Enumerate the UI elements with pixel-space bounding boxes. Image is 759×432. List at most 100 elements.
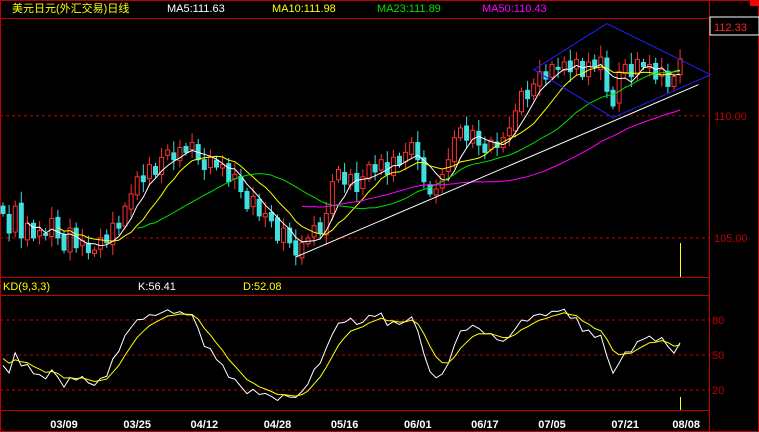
candle-down	[653, 62, 659, 80]
candle-down	[244, 190, 250, 210]
candle-down	[482, 143, 488, 153]
kd-axis-label: 20	[712, 385, 724, 397]
candle-down	[238, 175, 244, 192]
corner-marker	[750, 0, 759, 6]
candle-up	[165, 149, 171, 156]
candle-down	[592, 59, 598, 68]
date-tick-label: 07/05	[538, 419, 566, 431]
candle-down	[18, 202, 24, 239]
candle-up	[573, 59, 579, 70]
candle-down	[354, 172, 360, 192]
kd-d-value: D:52.08	[243, 281, 282, 293]
candle-up	[49, 217, 55, 237]
ma5-label: MA5:111.63	[167, 3, 225, 15]
candle-up	[451, 137, 457, 163]
candle-down	[604, 57, 610, 92]
candle-up	[531, 83, 537, 97]
candle-up	[128, 193, 134, 210]
chart-title: 美元日元(外汇交易)日线	[12, 1, 129, 15]
candle-up	[336, 168, 341, 181]
candle-up	[24, 222, 30, 241]
candle-down	[317, 222, 323, 234]
candle-up	[433, 188, 439, 196]
candle-up	[12, 205, 18, 233]
date-tick-label: 03/09	[50, 419, 78, 431]
candle-down	[116, 222, 122, 229]
candle-up	[634, 59, 640, 76]
candle-down	[476, 130, 482, 146]
candle-down	[610, 89, 616, 107]
candle-down	[427, 184, 433, 195]
kd-axis-label: 80	[712, 315, 724, 327]
candle-down	[85, 242, 91, 254]
price-chart: 美元日元(外汇交易)日线 MA5:111.63 MA10:111.98 MA23…	[0, 0, 759, 432]
candle-up	[506, 127, 512, 137]
candle-up	[281, 227, 287, 243]
candle-up	[616, 71, 622, 104]
date-tick-label: 03/25	[123, 419, 151, 431]
candle-up	[146, 164, 152, 180]
candle-down	[201, 159, 207, 170]
date-tick-label: 06/01	[404, 419, 432, 431]
date-tick-label: 05/16	[331, 419, 359, 431]
candle-up	[134, 176, 140, 196]
candle-up	[549, 63, 555, 78]
price-axis-label: 105.00	[714, 233, 748, 245]
candle-up	[512, 110, 518, 132]
candle-up	[598, 56, 604, 71]
candle-down	[555, 66, 561, 70]
candle-down	[525, 89, 531, 100]
candle-up	[409, 142, 415, 155]
candle-up	[262, 212, 268, 218]
candle-up	[677, 58, 683, 76]
candle-down	[628, 63, 634, 78]
candle-down	[567, 60, 573, 73]
candle-up	[458, 127, 463, 139]
candle-down	[140, 175, 146, 183]
candle-down	[641, 61, 646, 68]
candle-down	[372, 164, 378, 173]
date-tick-label: 06/17	[471, 419, 499, 431]
candle-up	[519, 90, 524, 113]
candle-down	[6, 213, 12, 234]
candle-up	[671, 76, 677, 87]
candle-down	[61, 234, 67, 251]
date-tick-label: 04/12	[191, 419, 219, 431]
candle-down	[397, 155, 402, 166]
candle-up	[366, 164, 372, 180]
ma23-label: MA23:111.89	[377, 3, 441, 15]
price-axis-label: 110.00	[714, 111, 747, 123]
candle-up	[403, 151, 409, 163]
kd-title: KD(9,3,3)	[3, 281, 50, 293]
candle-down	[226, 163, 232, 183]
candle-down	[293, 240, 299, 256]
candle-up	[122, 205, 128, 227]
candle-down	[171, 152, 177, 161]
kd-k-value: K:56.41	[138, 281, 176, 293]
candle-down	[214, 159, 219, 168]
candle-down	[0, 205, 6, 214]
candle-down	[464, 125, 470, 141]
candle-down	[183, 146, 189, 153]
candle-up	[250, 195, 256, 208]
candle-down	[104, 234, 110, 244]
candle-up	[299, 242, 305, 259]
candle-down	[43, 233, 49, 236]
candle-up	[37, 230, 43, 237]
date-tick-label: 08/08	[672, 419, 700, 431]
candle-up	[445, 159, 451, 172]
candle-down	[31, 222, 36, 239]
candle-up	[207, 156, 213, 169]
candle-up	[92, 249, 97, 255]
candle-down	[415, 142, 421, 161]
date-tick-label: 07/21	[611, 419, 639, 431]
current-price: 112.33	[714, 22, 747, 34]
ma50-label: MA50:110.43	[482, 3, 547, 15]
kd-axis-label: 50	[712, 350, 724, 362]
candle-up	[378, 159, 384, 171]
candle-up	[159, 156, 165, 175]
candle-down	[275, 217, 280, 241]
date-tick-label: 04/28	[264, 419, 292, 431]
ma10-label: MA10:111.98	[272, 3, 336, 15]
candle-down	[268, 211, 274, 222]
